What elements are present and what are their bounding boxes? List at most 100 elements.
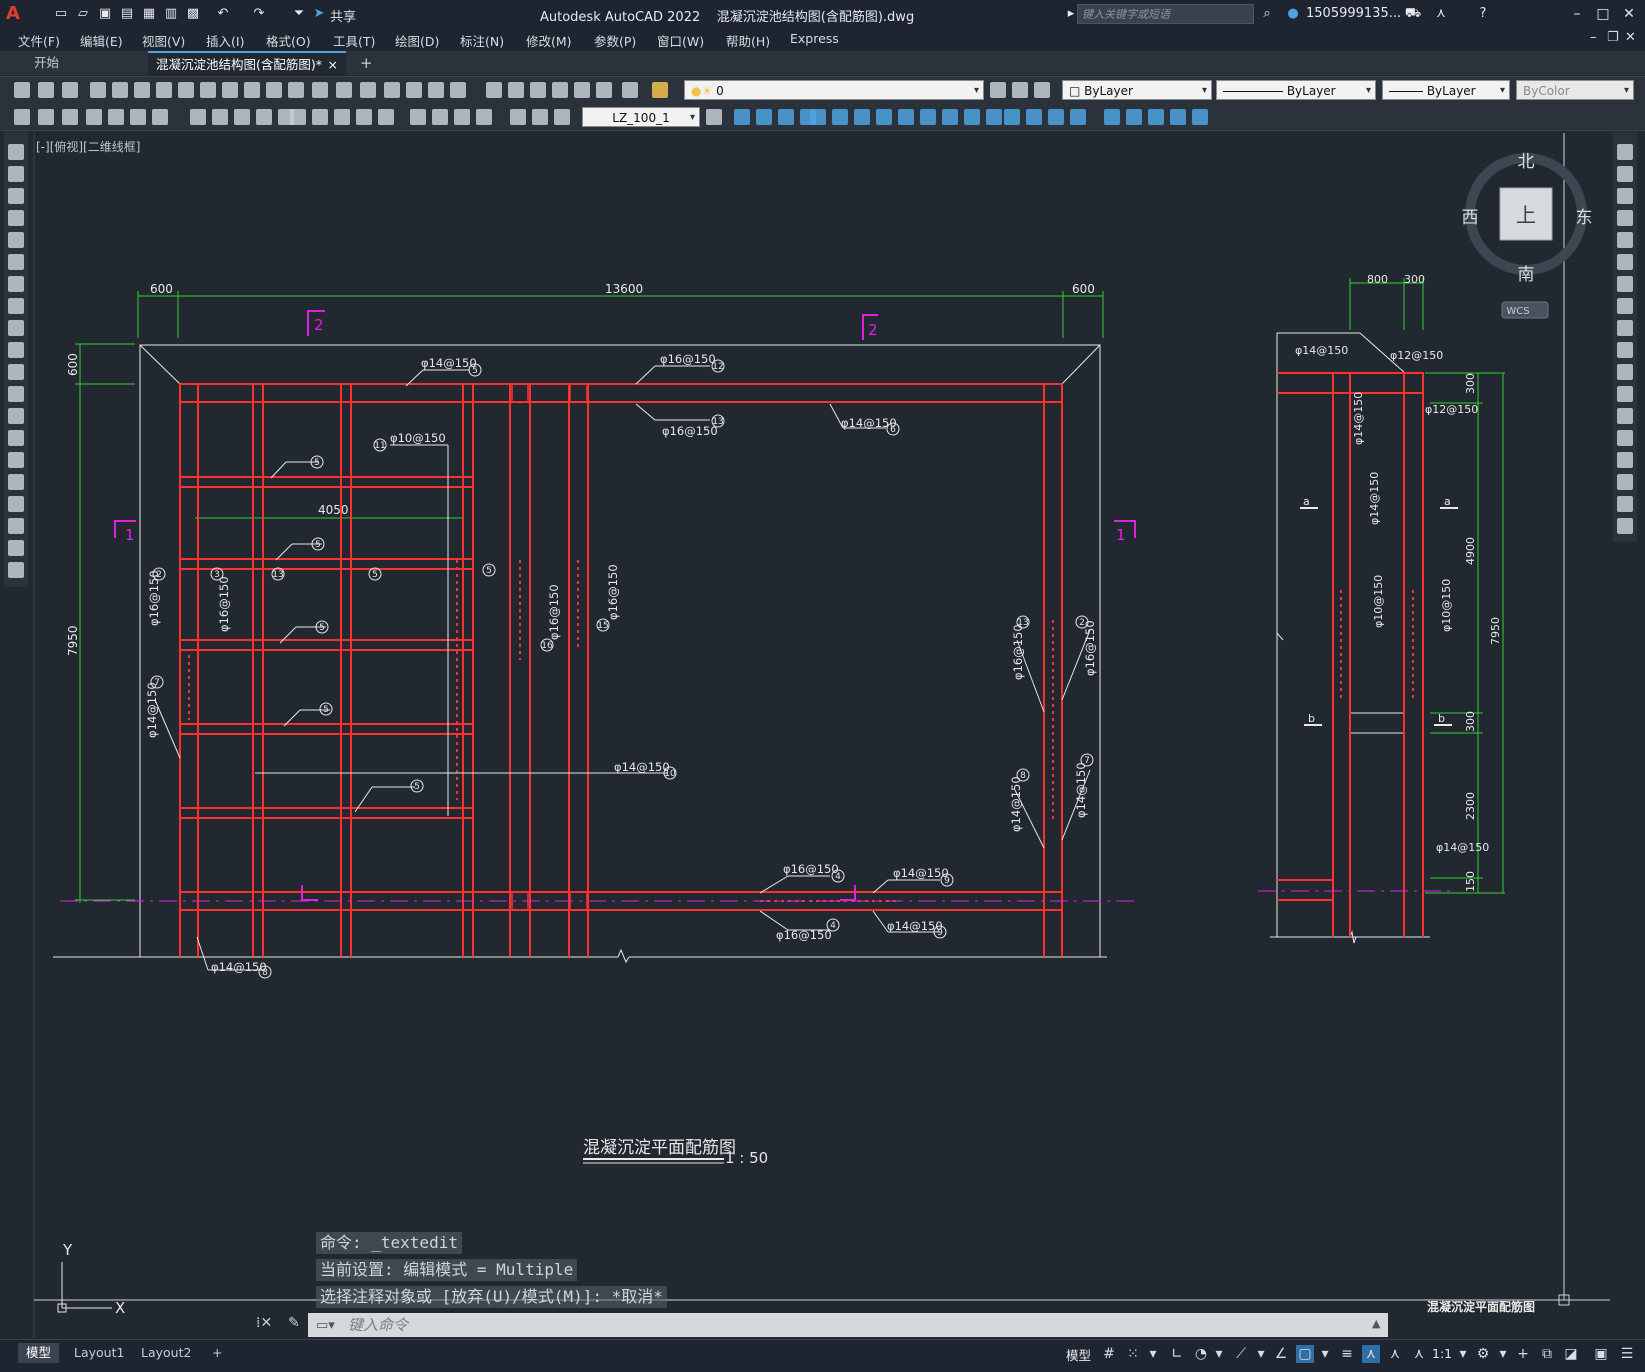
modify-tool-icon-13[interactable] — [1617, 430, 1633, 446]
toolbar1-tool-icon-4[interactable] — [112, 82, 128, 98]
draw-tool-icon-8[interactable] — [8, 320, 24, 336]
isodraft-icon[interactable]: ⟋ — [1232, 1345, 1250, 1363]
tab-document[interactable]: 混凝沉淀池结构图(含配筋图)* × — [148, 51, 346, 75]
toolbar1-tool-icon-2[interactable] — [62, 82, 78, 98]
snap-icon[interactable]: ⁙ — [1124, 1345, 1142, 1363]
toolbar2-tool-icon-36[interactable] — [964, 109, 980, 125]
draw-tool-icon-2[interactable] — [8, 188, 24, 204]
toolbar2-tool-icon-39[interactable] — [1026, 109, 1042, 125]
modify-tool-icon-8[interactable] — [1617, 320, 1633, 336]
modify-tool-icon-12[interactable] — [1617, 408, 1633, 424]
layout-tab-layout2[interactable]: Layout2 — [133, 1343, 199, 1363]
modify-tool-icon-9[interactable] — [1617, 342, 1633, 358]
toolbar2-tool-icon-32[interactable] — [876, 109, 892, 125]
modify-tool-icon-7[interactable] — [1617, 298, 1633, 314]
toolbar2-tool-icon-17[interactable] — [410, 109, 426, 125]
toolbar2-tool-icon-30[interactable] — [832, 109, 848, 125]
menu-edit[interactable]: 编辑(E) — [80, 31, 123, 50]
toolbar1-tool-icon-19[interactable] — [450, 82, 466, 98]
annotation-scale-value[interactable]: 1:1 — [1432, 1346, 1452, 1361]
draw-tool-icon-18[interactable] — [8, 540, 24, 556]
lineweight-icon[interactable]: ≡ — [1338, 1345, 1356, 1363]
modify-tool-icon-10[interactable] — [1617, 364, 1633, 380]
color-dropdown[interactable]: □ ByLayer ▾ — [1062, 80, 1212, 100]
draw-tool-icon-5[interactable] — [8, 254, 24, 270]
toolbar2-tool-icon-46[interactable] — [1192, 109, 1208, 125]
save-icon[interactable]: ▣ — [96, 5, 114, 23]
annotation-scale-icon[interactable]: ⋏ — [1410, 1345, 1428, 1363]
modify-tool-icon-6[interactable] — [1617, 276, 1633, 292]
wcs-button[interactable]: WCS — [1506, 306, 1529, 317]
toolbar1-tool-icon-27[interactable] — [652, 82, 668, 98]
draw-tool-icon-16[interactable] — [8, 496, 24, 512]
tab-close-icon[interactable]: × — [328, 53, 338, 77]
menu-window[interactable]: 窗口(W) — [657, 31, 704, 50]
draw-tool-icon-6[interactable] — [8, 276, 24, 292]
draw-tool-icon-3[interactable] — [8, 210, 24, 226]
toolbar2-tool-icon-8[interactable] — [212, 109, 228, 125]
workspace-gear-icon[interactable]: ⚙ — [1474, 1345, 1492, 1363]
user-name[interactable]: 1505999135... — [1306, 6, 1401, 21]
toolbar2-tool-icon-4[interactable] — [108, 109, 124, 125]
layout-tab-layout1[interactable]: Layout1 — [66, 1343, 132, 1363]
toolbar2-tool-icon-31[interactable] — [854, 109, 870, 125]
modify-tool-icon-11[interactable] — [1617, 386, 1633, 402]
plot-icon[interactable]: ▦ — [140, 5, 158, 23]
toolbar1-tool-icon-1[interactable] — [38, 82, 54, 98]
menu-view[interactable]: 视图(V) — [142, 31, 185, 50]
toolbar1-tool-icon-9[interactable] — [222, 82, 238, 98]
modify-tool-icon-14[interactable] — [1617, 452, 1633, 468]
draw-tool-icon-7[interactable] — [8, 298, 24, 314]
units-icon[interactable]: ⧉ — [1538, 1345, 1556, 1363]
clean-screen-icon[interactable]: ▣ — [1592, 1345, 1610, 1363]
osnap-dropdown-icon[interactable]: ▾ — [1316, 1345, 1334, 1363]
toolbar2-tool-icon-6[interactable] — [152, 109, 168, 125]
draw-tool-icon-10[interactable] — [8, 364, 24, 380]
model-space-button[interactable]: 模型 — [1066, 1345, 1091, 1364]
toolbar2-tool-icon-19[interactable] — [454, 109, 470, 125]
auto-scale-icon[interactable]: ⋏ — [1386, 1345, 1404, 1363]
add-layout-icon[interactable]: + — [204, 1343, 230, 1363]
toolbar1-tool-icon-26[interactable] — [622, 82, 638, 98]
layer-dropdown[interactable]: ●☀ 0 ▾ — [684, 80, 984, 100]
toolbar2-tool-icon-40[interactable] — [1048, 109, 1064, 125]
menu-dimension[interactable]: 标注(N) — [460, 31, 504, 50]
view-cube[interactable]: 上 北 南 西 东 WCS — [1462, 152, 1593, 319]
annotation-monitor-icon[interactable]: + — [1514, 1345, 1532, 1363]
toolbar1-tool-icon-11[interactable] — [266, 82, 282, 98]
toolbar2-tool-icon-18[interactable] — [432, 109, 448, 125]
quick-properties-icon[interactable]: ◪ — [1562, 1345, 1580, 1363]
toolbar1-tool-icon-17[interactable] — [406, 82, 422, 98]
modify-tool-icon-0[interactable] — [1617, 144, 1633, 160]
toolbar1-tool-icon-3[interactable] — [90, 82, 106, 98]
toolbar1-tool-icon-23[interactable] — [552, 82, 568, 98]
draw-tool-icon-15[interactable] — [8, 474, 24, 490]
menu-insert[interactable]: 插入(I) — [206, 31, 244, 50]
plan-title[interactable]: 混凝沉淀平面配筋图 — [583, 1138, 736, 1158]
toolbar2-tool-icon-9[interactable] — [234, 109, 250, 125]
toolbar1-tool-icon-29[interactable] — [1012, 82, 1028, 98]
modify-tool-icon-4[interactable] — [1617, 232, 1633, 248]
toolbar2-tool-icon-22[interactable] — [532, 109, 548, 125]
toolbar1-tool-icon-8[interactable] — [200, 82, 216, 98]
linetype-dropdown[interactable]: ByLayer ▾ — [1216, 80, 1376, 100]
annotation-visibility-icon[interactable]: ⋏ — [1362, 1345, 1380, 1363]
customize-icon[interactable]: ⏷ — [290, 5, 308, 23]
toolbar1-tool-icon-10[interactable] — [244, 82, 260, 98]
close-window-icon[interactable]: ✕ — [1618, 4, 1640, 24]
modify-tool-icon-1[interactable] — [1617, 166, 1633, 182]
toolbar2-tool-icon-2[interactable] — [62, 109, 78, 125]
undo-icon[interactable]: ↶ — [214, 5, 232, 23]
command-input[interactable]: 键入命令 — [308, 1313, 1388, 1337]
plotstyle-dropdown[interactable]: ByColor ▾ — [1516, 80, 1634, 100]
toolbar1-tool-icon-0[interactable] — [14, 82, 30, 98]
menu-help[interactable]: 帮助(H) — [726, 31, 770, 50]
toolbar1-tool-icon-22[interactable] — [530, 82, 546, 98]
toolbar2-tool-icon-14[interactable] — [334, 109, 350, 125]
toolbar2-tool-icon-7[interactable] — [190, 109, 206, 125]
toolbar2-tool-icon-45[interactable] — [1170, 109, 1186, 125]
toolbar2-tool-icon-27[interactable] — [778, 109, 794, 125]
cart-icon[interactable]: ⛟ — [1404, 5, 1422, 23]
redo-icon[interactable]: ↷ — [250, 5, 268, 23]
draw-tool-icon-14[interactable] — [8, 452, 24, 468]
